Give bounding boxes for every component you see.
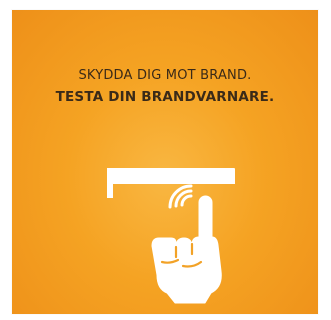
- poster-tile: SKYDDA DIG MOT BRAND. TESTA DIN BRANDVAR…: [12, 10, 318, 314]
- smoke-detector-icon: [107, 168, 235, 198]
- pointing-hand-icon: [151, 195, 222, 304]
- illustration: [107, 168, 235, 304]
- page-frame: SKYDDA DIG MOT BRAND. TESTA DIN BRANDVAR…: [0, 0, 331, 320]
- signal-waves-icon: [168, 184, 193, 209]
